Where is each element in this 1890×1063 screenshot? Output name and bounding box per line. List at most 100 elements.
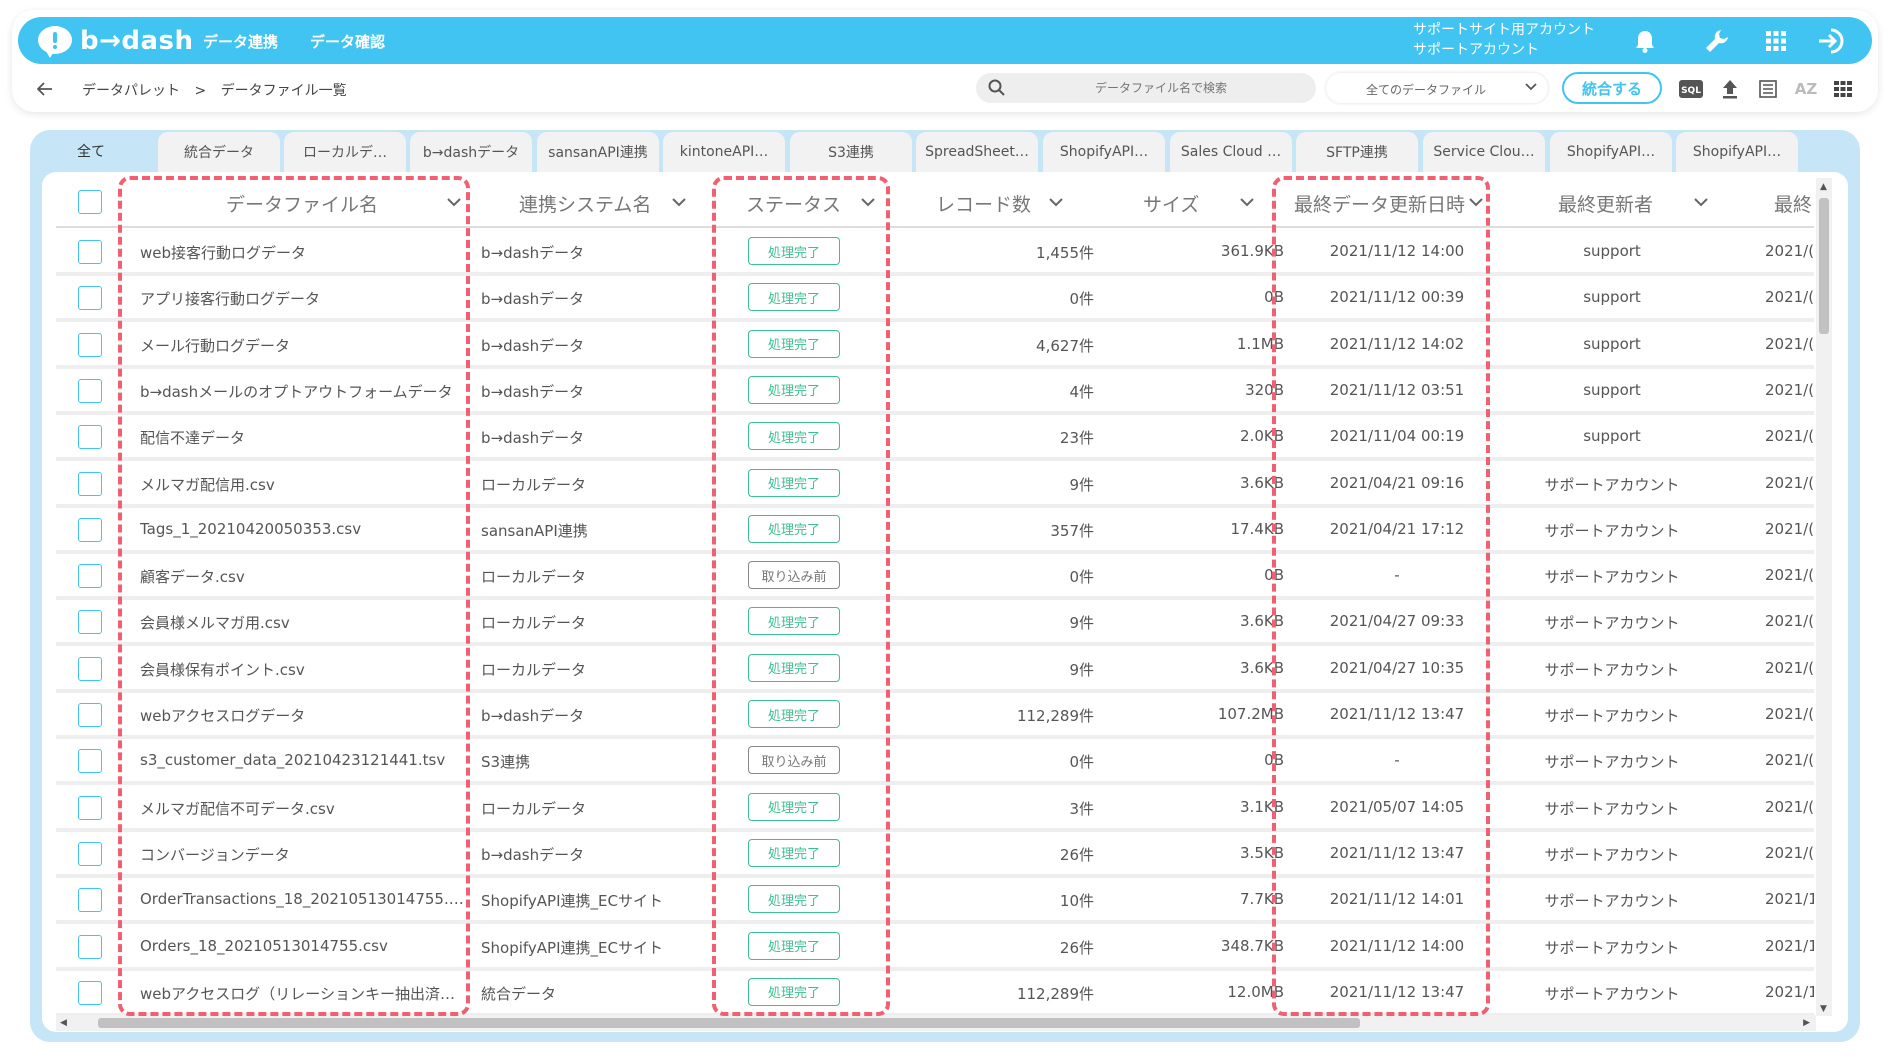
tab-spreadsheet[interactable]: SpreadSheet… — [916, 132, 1038, 172]
file-name-cell[interactable]: Tags_1_20210420050353.csv — [140, 520, 472, 538]
tab-sftp[interactable]: SFTP連携 — [1296, 132, 1418, 172]
table-row[interactable]: メルマガ配信不可データ.csv ローカルデータ 処理完了 3件 3.1KB 2021/05… — [56, 786, 1814, 832]
row-checkbox[interactable] — [78, 749, 102, 774]
row-checkbox[interactable] — [78, 286, 102, 311]
horizontal-scrollbar[interactable]: ◀ ▶ — [56, 1015, 1816, 1031]
table-row[interactable]: メール行動ログデータ b→dashデータ 処理完了 4,627件 1.1MB 2021/1… — [56, 323, 1814, 369]
file-name-cell[interactable]: OrderTransactions_18_20210513014755.… — [140, 890, 472, 908]
table-row[interactable]: 会員様メルマガ用.csv ローカルデータ 処理完了 9件 3.6KB 2021/04/27… — [56, 600, 1814, 647]
scroll-left-arrow-icon[interactable]: ◀ — [60, 1018, 67, 1028]
search-input[interactable] — [1016, 73, 1306, 103]
table-row[interactable]: 会員様保有ポイント.csv ローカルデータ 処理完了 9件 3.6KB 2021/04/2… — [56, 647, 1814, 693]
col-header-last-updater[interactable]: 最終更新者 — [1558, 188, 1653, 218]
col-header-last-updated[interactable]: 最終データ更新日時 — [1294, 188, 1465, 218]
breadcrumb-parent[interactable]: データパレット — [82, 83, 180, 99]
file-name-cell[interactable]: 顧客データ.csv — [140, 566, 472, 587]
nav-data-integration[interactable]: データ連携 — [203, 31, 278, 52]
list-view-icon[interactable] — [1755, 76, 1781, 102]
upload-icon[interactable] — [1717, 76, 1743, 102]
file-name-cell[interactable]: メルマガ配信不可データ.csv — [140, 798, 472, 819]
select-all-checkbox[interactable] — [78, 190, 102, 214]
table-row[interactable]: コンバージョンデータ b→dashデータ 処理完了 26件 3.5KB 2021/11/1… — [56, 832, 1814, 878]
table-row[interactable]: Orders_18_20210513014755.csv ShopifyAPI連携… — [56, 925, 1814, 971]
row-checkbox[interactable] — [78, 841, 102, 866]
chevron-down-icon[interactable] — [1048, 192, 1064, 211]
table-row[interactable]: web接客行動ログデータ b→dashデータ 処理完了 1,455件 361.9KB 20… — [56, 230, 1814, 276]
account-info[interactable]: サポートサイト用アカウント サポートアカウント — [1413, 20, 1595, 60]
merge-button[interactable]: 統合する — [1562, 72, 1662, 104]
chevron-down-icon[interactable] — [446, 192, 462, 211]
row-checkbox[interactable] — [78, 610, 102, 635]
wrench-icon[interactable] — [1700, 24, 1734, 58]
file-name-cell[interactable]: アプリ接客行動ログデータ — [140, 288, 472, 309]
table-row[interactable]: s3_customer_data_20210423121441.tsv S3連携 取… — [56, 739, 1814, 786]
chevron-down-icon[interactable] — [1239, 192, 1255, 211]
col-header-size[interactable]: サイズ — [1143, 188, 1199, 218]
vertical-scrollbar[interactable]: ▲ ▼ — [1816, 178, 1832, 1016]
row-checkbox[interactable] — [78, 378, 102, 403]
chevron-down-icon[interactable] — [860, 192, 876, 211]
bell-icon[interactable] — [1628, 24, 1662, 58]
row-checkbox[interactable] — [78, 934, 102, 959]
grid-view-icon[interactable] — [1830, 76, 1856, 102]
row-checkbox[interactable] — [78, 517, 102, 542]
vertical-scroll-thumb[interactable] — [1819, 198, 1829, 334]
row-checkbox[interactable] — [78, 332, 102, 357]
file-name-cell[interactable]: Orders_18_20210513014755.csv — [140, 937, 472, 955]
file-name-cell[interactable]: s3_customer_data_20210423121441.tsv — [140, 751, 472, 769]
col-header-record-count[interactable]: レコード数 — [936, 188, 1031, 218]
chevron-down-icon[interactable] — [1693, 192, 1709, 211]
file-name-cell[interactable]: webアクセスログデータ — [140, 705, 472, 726]
file-name-cell[interactable]: メルマガ配信用.csv — [140, 474, 472, 495]
col-header-status[interactable]: ステータス — [746, 188, 841, 218]
chevron-down-icon[interactable] — [1468, 192, 1484, 211]
tab-all[interactable]: 全て — [30, 130, 152, 172]
tab-shopify-api-1[interactable]: ShopifyAPI… — [1043, 132, 1165, 172]
row-checkbox[interactable] — [78, 425, 102, 450]
table-row[interactable]: webアクセスログデータ b→dashデータ 処理完了 112,289件 107.2MB… — [56, 693, 1814, 739]
row-checkbox[interactable] — [78, 703, 102, 727]
table-row[interactable]: OrderTransactions_18_20210513014755.… Sho… — [56, 878, 1814, 925]
table-row[interactable]: webアクセスログ（リレーションキー抽出済… 統合データ 処理完了 112,289件 1… — [56, 971, 1814, 1016]
row-checkbox[interactable] — [78, 240, 102, 264]
tab-service-cloud[interactable]: Service Clou… — [1423, 132, 1545, 172]
table-row[interactable]: 顧客データ.csv ローカルデータ 取り込み前 0件 0B - サポートアカウント 2021/… — [56, 554, 1814, 601]
tab-sales-cloud[interactable]: Sales Cloud … — [1170, 132, 1292, 172]
chevron-down-icon[interactable] — [671, 192, 687, 211]
bdash-logo[interactable]: b→dash — [36, 23, 194, 59]
file-name-cell[interactable]: コンバージョンデータ — [140, 844, 472, 865]
col-header-last-truncated[interactable]: 最終 — [1774, 188, 1812, 218]
file-type-select[interactable]: 全てのデータファイル — [1326, 73, 1548, 103]
row-checkbox[interactable] — [78, 656, 102, 681]
scroll-down-arrow-icon[interactable]: ▼ — [1820, 1004, 1827, 1014]
sql-icon[interactable]: SQL — [1678, 76, 1704, 102]
table-row[interactable]: Tags_1_20210420050353.csv sansanAPI連携 処理完了… — [56, 508, 1814, 554]
table-row[interactable]: メルマガ配信用.csv ローカルデータ 処理完了 9件 3.6KB 2021/04/21 … — [56, 462, 1814, 508]
tab-bdash-data[interactable]: b→dashデータ — [410, 132, 532, 172]
col-header-file-name[interactable]: データファイル名 — [226, 188, 378, 218]
table-row[interactable]: b→dashメールのオプトアウトフォームデータ b→dashデータ 処理完了 4件 32… — [56, 369, 1814, 415]
table-row[interactable]: 配信不達データ b→dashデータ 処理完了 23件 2.0KB 2021/11/04 0… — [56, 415, 1814, 462]
file-name-cell[interactable]: メール行動ログデータ — [140, 335, 472, 356]
file-name-cell[interactable]: b→dashメールのオプトアウトフォームデータ — [140, 381, 472, 402]
tab-shopify-api-2[interactable]: ShopifyAPI… — [1550, 132, 1672, 172]
row-checkbox[interactable] — [78, 795, 102, 820]
file-name-cell[interactable]: web接客行動ログデータ — [140, 242, 472, 263]
row-checkbox[interactable] — [78, 888, 102, 913]
tab-local-data[interactable]: ローカルデ… — [284, 132, 406, 172]
apps-grid-icon[interactable] — [1759, 24, 1793, 58]
scroll-up-arrow-icon[interactable]: ▲ — [1820, 182, 1827, 192]
tab-kintone-api[interactable]: kintoneAPI… — [663, 132, 785, 172]
row-checkbox[interactable] — [78, 980, 102, 1005]
tab-sansan-api[interactable]: sansanAPI連携 — [537, 132, 659, 172]
tab-shopify-api-3[interactable]: ShopifyAPI… — [1676, 132, 1798, 172]
nav-data-check[interactable]: データ確認 — [310, 31, 385, 52]
row-checkbox[interactable] — [78, 564, 102, 589]
horizontal-scroll-thumb[interactable] — [98, 1018, 1360, 1028]
logout-icon[interactable] — [1815, 24, 1849, 58]
row-checkbox[interactable] — [78, 471, 102, 496]
file-name-cell[interactable]: 配信不達データ — [140, 427, 472, 448]
file-name-cell[interactable]: 会員様保有ポイント.csv — [140, 659, 472, 680]
table-row[interactable]: アプリ接客行動ログデータ b→dashデータ 処理完了 0件 0B 2021/11/12 … — [56, 276, 1814, 323]
scroll-right-arrow-icon[interactable]: ▶ — [1803, 1018, 1810, 1028]
